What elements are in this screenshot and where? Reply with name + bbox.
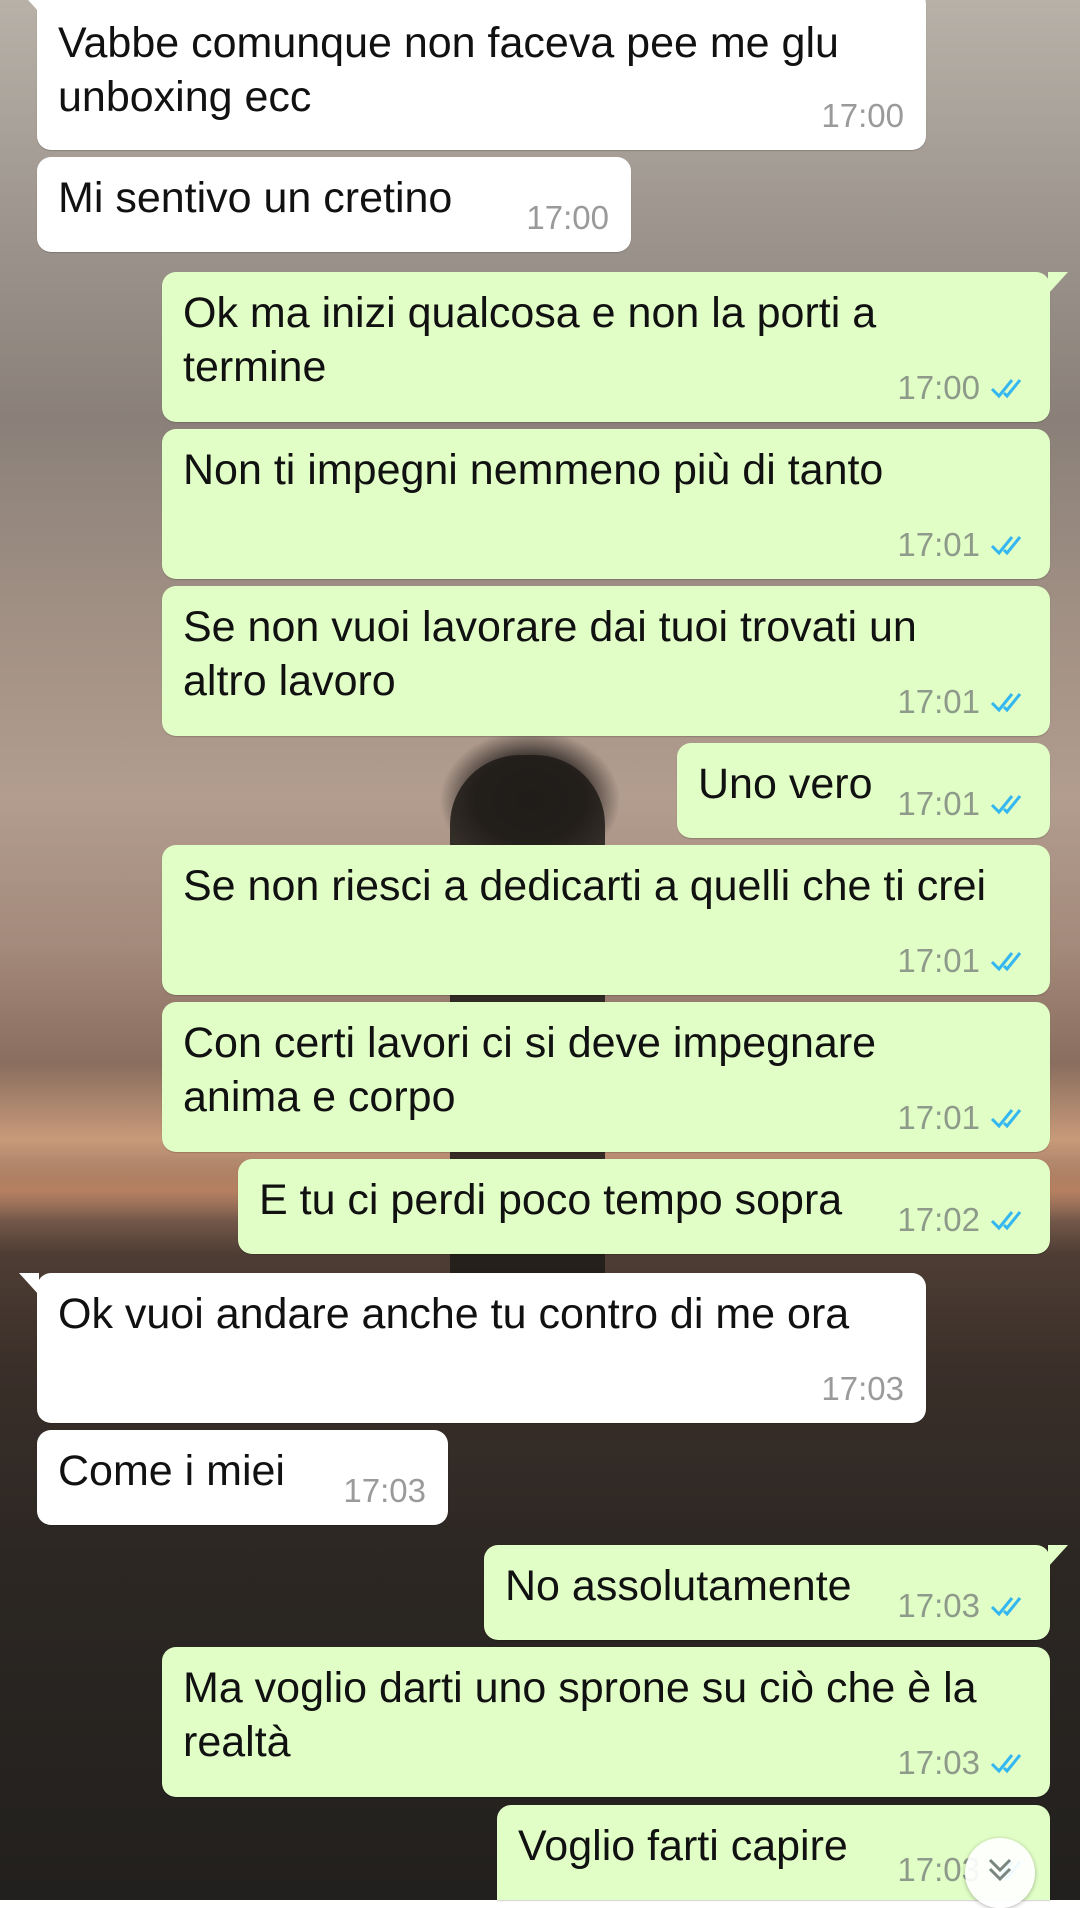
double-check-icon [990, 1211, 1022, 1231]
outgoing-message[interactable]: Con certi lavori ci si deve impegnare an… [162, 1002, 1050, 1152]
message-meta: 17:03 [343, 1471, 426, 1511]
message-text: E tu ci perdi poco tempo sopra [259, 1176, 843, 1224]
bubble-tail [1048, 272, 1068, 294]
message-text: No assolutamente [505, 1562, 852, 1610]
outgoing-message[interactable]: Non ti impegni nemmeno più di tanto 17:0… [162, 429, 1050, 579]
message-time: 17:03 [897, 1744, 980, 1781]
incoming-message[interactable]: Vabbe comunque non faceva pee me glu unb… [19, 0, 926, 150]
message-text: Non ti impegni nemmeno più di tanto [183, 446, 884, 494]
message-time: 17:03 [821, 1370, 904, 1407]
outgoing-message[interactable]: No assolutamente 17:03 [484, 1545, 1068, 1640]
message-text: Se non vuoi lavorare dai tuoi trovati un… [183, 603, 917, 705]
message-text: Ok vuoi andare anche tu contro di me ora [58, 1290, 850, 1338]
message-meta: 17:00 [897, 368, 1028, 408]
message-time: 17:00 [526, 199, 609, 236]
message-list[interactable]: Vabbe comunque non faceva pee me glu unb… [0, 0, 1080, 1900]
message-meta: 17:01 [897, 784, 1028, 824]
message-text: Mi sentivo un cretino [58, 174, 453, 222]
outgoing-message[interactable]: E tu ci perdi poco tempo sopra 17:02 [238, 1159, 1050, 1254]
outgoing-message[interactable]: Uno vero 17:01 [677, 743, 1050, 838]
message-meta: 17:00 [526, 198, 609, 238]
message-text: Vabbe comunque non faceva pee me glu unb… [58, 19, 839, 121]
outgoing-message[interactable]: Se non vuoi lavorare dai tuoi trovati un… [162, 586, 1050, 736]
message-meta: 17:01 [897, 941, 1028, 981]
bubble-tail [19, 1273, 39, 1295]
message-time: 17:01 [897, 683, 980, 720]
incoming-message[interactable]: Ok vuoi andare anche tu contro di me ora… [19, 1273, 926, 1423]
double-check-icon [990, 693, 1022, 713]
message-time: 17:00 [897, 369, 980, 406]
message-time: 17:01 [897, 1099, 980, 1136]
message-time: 17:01 [897, 526, 980, 563]
message-time: 17:03 [897, 1587, 980, 1624]
outgoing-message[interactable]: Ma voglio darti uno sprone su ciò che è … [162, 1647, 1050, 1797]
message-time: 17:03 [343, 1472, 426, 1509]
double-check-icon [990, 1597, 1022, 1617]
double-check-icon [990, 1109, 1022, 1129]
message-text: Con certi lavori ci si deve impegnare an… [183, 1019, 877, 1121]
scroll-to-bottom-button[interactable] [965, 1838, 1035, 1908]
message-meta: 17:03 [821, 1369, 904, 1409]
chevron-double-down-icon [988, 1858, 1012, 1882]
message-text: Ma voglio darti uno sprone su ciò che è … [183, 1664, 977, 1766]
message-text: Ok ma inizi qualcosa e non la porti a te… [183, 289, 877, 391]
outgoing-message[interactable]: Ok ma inizi qualcosa e non la porti a te… [162, 272, 1068, 422]
message-meta: 17:01 [897, 1098, 1028, 1138]
message-meta: 17:00 [821, 96, 904, 136]
incoming-message[interactable]: Come i miei 17:03 [37, 1430, 448, 1525]
message-meta: 17:03 [897, 1743, 1028, 1783]
message-text: Come i miei [58, 1447, 285, 1495]
message-time: 17:00 [821, 97, 904, 134]
outgoing-message[interactable]: Se non riesci a dedicarti a quelli che t… [162, 845, 1050, 995]
message-time: 17:02 [897, 1201, 980, 1238]
message-meta: 17:02 [897, 1200, 1028, 1240]
incoming-message[interactable]: Mi sentivo un cretino 17:00 [37, 157, 631, 252]
message-meta: 17:01 [897, 682, 1028, 722]
double-check-icon [990, 379, 1022, 399]
message-text: Se non riesci a dedicarti a quelli che t… [183, 862, 987, 910]
bubble-tail [19, 0, 39, 12]
double-check-icon [990, 795, 1022, 815]
double-check-icon [990, 1754, 1022, 1774]
message-time: 17:01 [897, 785, 980, 822]
message-time: 17:01 [897, 942, 980, 979]
bubble-tail [1048, 1545, 1068, 1567]
message-text: Uno vero [698, 760, 873, 808]
message-text: Voglio farti capire [518, 1822, 848, 1870]
double-check-icon [990, 536, 1022, 556]
message-meta: 17:03 [897, 1586, 1028, 1626]
double-check-icon [990, 952, 1022, 972]
message-meta: 17:01 [897, 525, 1028, 565]
